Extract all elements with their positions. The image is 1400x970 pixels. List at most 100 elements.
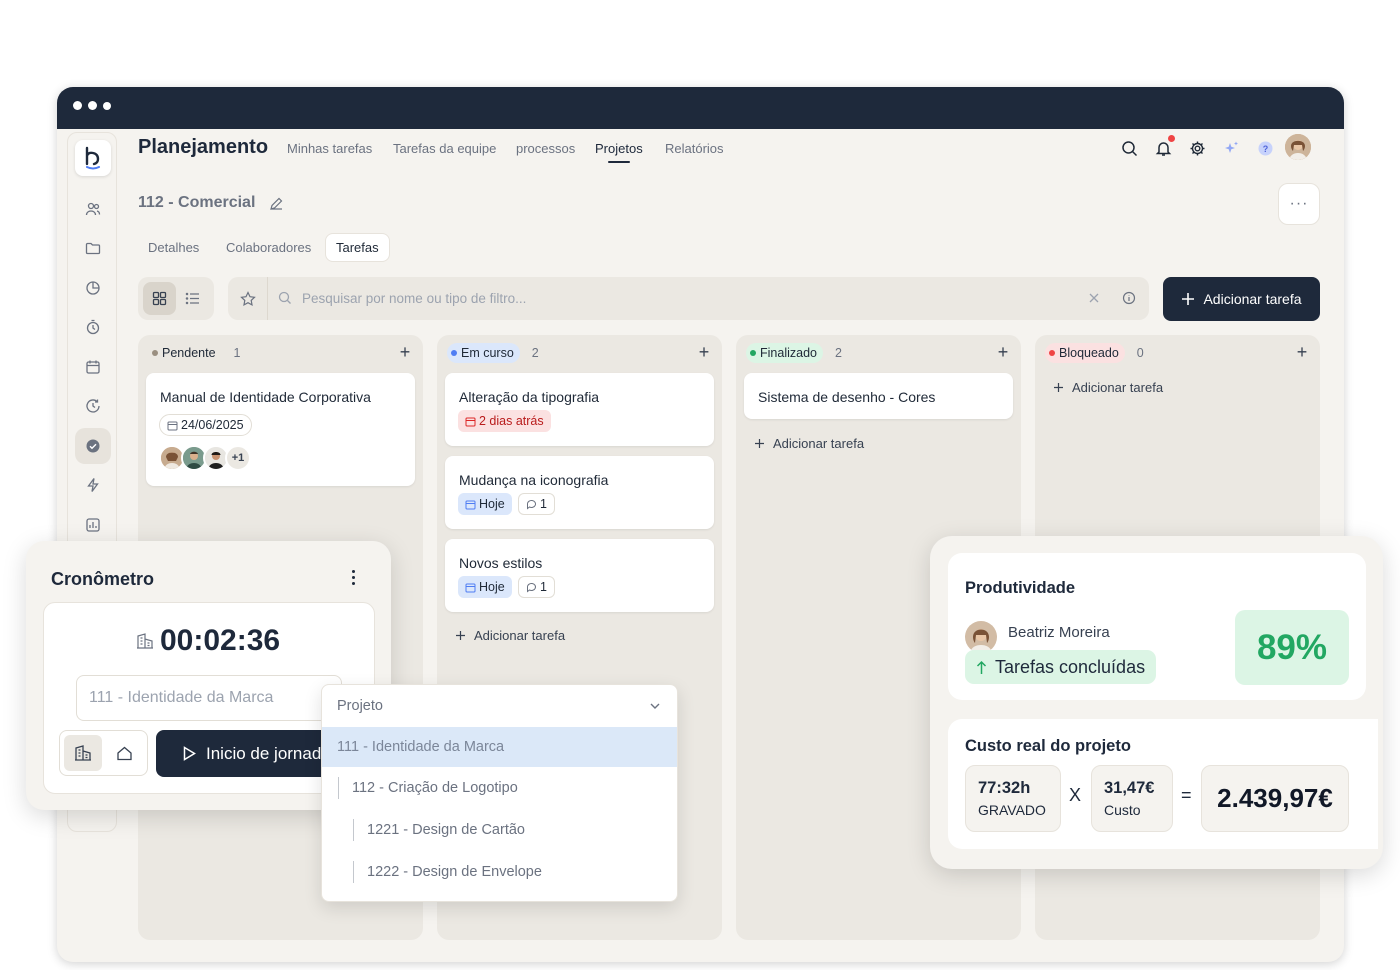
- column-header: Pendente 1: [148, 343, 240, 363]
- app-title: Planejamento: [138, 136, 269, 158]
- edit-icon[interactable]: [269, 196, 284, 211]
- plus-icon: [755, 439, 764, 448]
- task-card[interactable]: Sistema de desenho - Cores: [744, 373, 1013, 419]
- total-cost-box: 2.439,97€: [1201, 765, 1349, 832]
- window-control-dot[interactable]: [73, 101, 82, 110]
- column-count: 0: [1136, 346, 1144, 360]
- dropdown-option[interactable]: 111 - Identidade da Marca: [322, 727, 677, 767]
- comments-chip[interactable]: 1: [518, 576, 555, 598]
- task-title: Mudança na iconografia: [459, 472, 609, 488]
- add-icon[interactable]: +: [696, 342, 712, 362]
- user-avatar[interactable]: [1285, 134, 1311, 160]
- add-icon[interactable]: +: [397, 342, 413, 362]
- more-options-button[interactable]: ···: [1278, 183, 1320, 225]
- star-icon[interactable]: [228, 277, 268, 320]
- stopwatch-icon[interactable]: [81, 315, 105, 339]
- nav-processes[interactable]: processos: [516, 141, 575, 156]
- start-workday-button[interactable]: Inicio de jornada: [156, 730, 336, 777]
- completed-tasks-label: Tarefas concluídas: [995, 656, 1146, 677]
- calendar-icon: [465, 583, 476, 592]
- svg-text:?: ?: [1262, 144, 1268, 154]
- kebab-menu-icon[interactable]: [344, 570, 362, 590]
- task-card[interactable]: Mudança na iconografia Hoje 1: [445, 456, 714, 529]
- help-icon[interactable]: ?: [1255, 138, 1275, 158]
- lightning-icon[interactable]: [81, 473, 105, 497]
- date-label: Hoje: [479, 497, 505, 511]
- date-chip: 24/06/2025: [159, 414, 252, 436]
- check-circle-icon[interactable]: [75, 428, 111, 464]
- recorded-hours: 77:32h: [978, 779, 1031, 797]
- users-icon[interactable]: [81, 197, 105, 221]
- chart-icon[interactable]: [81, 513, 105, 537]
- nav-my-tasks[interactable]: Minhas tarefas: [287, 141, 372, 156]
- project-title-text: 112 - Comercial: [138, 194, 256, 211]
- add-task-row[interactable]: Adicionar tarefa: [754, 436, 864, 451]
- search-icon: [278, 291, 292, 305]
- calendar-icon: [465, 417, 476, 426]
- dropdown-option[interactable]: 112 - Criação de Logotipo: [322, 768, 677, 808]
- hourly-cost: 31,47€: [1104, 779, 1155, 797]
- add-task-row[interactable]: Adicionar tarefa: [1053, 380, 1163, 395]
- tab-details[interactable]: Detalhes: [138, 233, 209, 262]
- add-task-label: Adicionar tarefa: [1203, 291, 1302, 307]
- nav-reports[interactable]: Relatórios: [665, 141, 724, 156]
- clock-history-icon[interactable]: [81, 394, 105, 418]
- home-icon[interactable]: [105, 735, 143, 771]
- calendar-icon[interactable]: [81, 355, 105, 379]
- list-view-icon[interactable]: [176, 282, 209, 315]
- search-bar: [228, 277, 1149, 320]
- clear-icon[interactable]: [1088, 292, 1100, 304]
- column-count: 2: [531, 346, 539, 360]
- task-card[interactable]: Alteração da tipografia 2 dias atrás: [445, 373, 714, 446]
- tab-collaborators[interactable]: Colaboradores: [216, 233, 321, 262]
- dropdown-option[interactable]: 1221 - Design de Cartão: [322, 810, 677, 850]
- nav-projects[interactable]: Projetos: [595, 141, 643, 156]
- add-icon[interactable]: +: [995, 342, 1011, 362]
- comment-icon: [526, 582, 536, 592]
- folder-icon[interactable]: [81, 236, 105, 260]
- status-badge: Em curso: [447, 343, 520, 363]
- grid-view-icon[interactable]: [143, 282, 176, 315]
- project-select[interactable]: 111 - Identidade da Marca: [76, 675, 342, 721]
- search-icon[interactable]: [1119, 138, 1139, 158]
- task-card[interactable]: Novos estilos Hoje 1: [445, 539, 714, 612]
- productivity-title: Produtividade: [965, 579, 1076, 597]
- hourly-cost-box: 31,47€ Custo: [1091, 765, 1173, 832]
- add-icon[interactable]: +: [1294, 342, 1310, 362]
- gear-icon[interactable]: [1187, 138, 1207, 158]
- multiply-sign: X: [1069, 785, 1082, 805]
- search-input[interactable]: [302, 277, 1062, 320]
- date-label: Hoje: [479, 580, 505, 594]
- add-task-button[interactable]: Adicionar tarefa: [1163, 277, 1320, 321]
- task-card[interactable]: Manual de Identidade Corporativa 24/06/2…: [146, 373, 415, 486]
- nav-active-indicator: [608, 161, 630, 163]
- task-title: Manual de Identidade Corporativa: [160, 389, 371, 405]
- task-title: Alteração da tipografia: [459, 389, 600, 405]
- dropdown-option[interactable]: 1222 - Design de Envelope: [322, 852, 677, 892]
- window-titlebar: [57, 87, 1344, 129]
- notification-dot: [1168, 135, 1175, 142]
- status-label: Finalizado: [760, 346, 817, 360]
- task-title: Sistema de desenho - Cores: [758, 389, 936, 405]
- sparkle-icon[interactable]: [1221, 138, 1241, 158]
- app-logo[interactable]: [75, 140, 111, 176]
- status-label: Pendente: [162, 346, 216, 360]
- chevron-down-icon[interactable]: [649, 700, 661, 712]
- option-label: 1221 - Design de Cartão: [367, 822, 525, 838]
- tab-tasks[interactable]: Tarefas: [325, 233, 390, 262]
- column-header: Finalizado 2: [746, 343, 842, 363]
- info-icon[interactable]: [1122, 291, 1136, 305]
- window-control-dot[interactable]: [103, 101, 111, 110]
- column-header: Em curso 2: [447, 343, 539, 363]
- window-control-dot[interactable]: [88, 101, 97, 110]
- dropdown-header[interactable]: Projeto: [322, 685, 677, 727]
- dropdown-label: Projeto: [337, 698, 383, 714]
- pie-chart-icon[interactable]: [81, 276, 105, 300]
- add-task-row[interactable]: Adicionar tarefa: [455, 628, 565, 643]
- office-building-icon[interactable]: [64, 735, 102, 771]
- nav-team-tasks[interactable]: Tarefas da equipe: [393, 141, 496, 156]
- column-count: 1: [233, 346, 241, 360]
- plus-icon: [1182, 293, 1195, 305]
- comments-chip[interactable]: 1: [518, 493, 555, 515]
- view-toggle: [138, 277, 214, 320]
